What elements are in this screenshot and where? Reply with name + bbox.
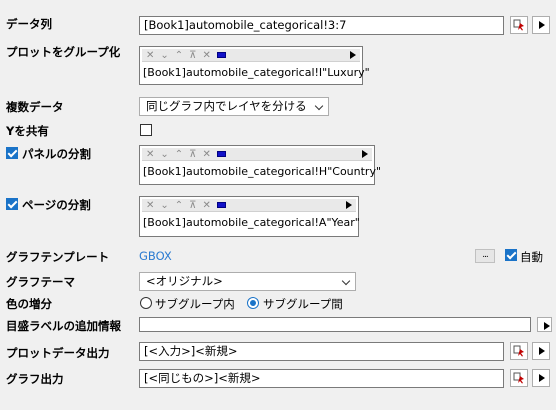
- chevron-down-icon: [314, 101, 324, 111]
- graph-theme-value: <オリジナル>: [146, 274, 223, 288]
- multi-data-value: 同じグラフ内でレイヤを分ける: [146, 99, 307, 113]
- select-range-button[interactable]: [510, 342, 528, 360]
- data-series-label: データ列: [6, 17, 52, 31]
- graph-output-menu-button[interactable]: [532, 369, 550, 387]
- plot-group-value: [Book1]automobile_categorical!I"Luxury": [143, 66, 370, 79]
- select-range-button[interactable]: [510, 369, 528, 387]
- move-up-icon[interactable]: ⌃: [175, 149, 183, 160]
- delete-icon[interactable]: ✕: [203, 149, 211, 160]
- multi-data-select[interactable]: 同じグラフ内でレイヤを分ける: [139, 97, 329, 116]
- panel-split-label: パネルの分割: [22, 147, 91, 161]
- page-split-label: ページの分割: [22, 198, 91, 212]
- auto-label: 自動: [520, 250, 543, 264]
- graph-theme-select[interactable]: <オリジナル>: [139, 272, 356, 291]
- tick-label-info-label: 目盛ラベルの追加情報: [6, 319, 121, 333]
- color-increment-label: 色の増分: [6, 297, 52, 311]
- plot-data-output-menu-button[interactable]: [532, 342, 550, 360]
- move-top-icon[interactable]: ⊼: [189, 200, 196, 211]
- tick-label-info-menu-button[interactable]: [537, 317, 552, 332]
- remove-down-icon[interactable]: ✕: [146, 149, 154, 160]
- range-select-icon: [513, 372, 524, 384]
- delete-icon[interactable]: ✕: [203, 50, 211, 61]
- tick-label-info-field[interactable]: [139, 317, 531, 332]
- graph-theme-label: グラフテーマ: [6, 275, 75, 289]
- data-series-field[interactable]: [Book1]automobile_categorical!3:7: [139, 16, 504, 35]
- move-down-icon[interactable]: ⌄: [160, 200, 168, 211]
- graph-output-label: グラフ出力: [6, 372, 64, 386]
- radio-between-subgroup[interactable]: [247, 297, 259, 309]
- multi-data-label: 複数データ: [6, 100, 64, 114]
- plot-group-box[interactable]: ✕ ⌄ ⌃ ⊼ ✕ [Book1]automobile_categorical!…: [139, 46, 370, 85]
- expand-arrow-icon[interactable]: [350, 51, 356, 59]
- graph-template-label: グラフテンプレート: [6, 250, 110, 264]
- remove-down-icon[interactable]: ✕: [146, 200, 154, 211]
- remove-down-icon[interactable]: ✕: [146, 50, 154, 61]
- panel-split-checkbox[interactable]: [6, 147, 18, 159]
- move-up-icon[interactable]: ⌃: [175, 200, 183, 211]
- data-series-menu-button[interactable]: [532, 16, 550, 34]
- page-split-checkbox[interactable]: [6, 198, 18, 210]
- expand-arrow-icon[interactable]: [362, 150, 368, 158]
- move-top-icon[interactable]: ⊼: [189, 50, 196, 61]
- share-y-checkbox[interactable]: [140, 124, 152, 136]
- graph-output-field[interactable]: [<同じもの>]<新規>: [139, 369, 504, 388]
- radio-within-subgroup[interactable]: [140, 297, 152, 309]
- color-block-icon[interactable]: [216, 202, 226, 208]
- move-up-icon[interactable]: ⌃: [175, 50, 183, 61]
- range-select-icon: [513, 19, 524, 31]
- panel-split-box[interactable]: ✕ ⌄ ⌃ ⊼ ✕ [Book1]automobile_categorical!…: [139, 145, 381, 185]
- between-subgroup-label: サブグループ間: [263, 297, 343, 311]
- move-down-icon[interactable]: ⌄: [160, 50, 168, 61]
- delete-icon[interactable]: ✕: [203, 200, 211, 211]
- chevron-down-icon: [341, 276, 351, 286]
- group-toolbar: ✕ ⌄ ⌃ ⊼ ✕: [142, 199, 356, 212]
- move-top-icon[interactable]: ⊼: [189, 149, 196, 160]
- share-y-label: Yを共有: [6, 124, 49, 138]
- more-button[interactable]: ...: [475, 249, 495, 263]
- expand-arrow-icon[interactable]: [346, 201, 352, 209]
- select-range-button[interactable]: [510, 16, 528, 34]
- plot-data-output-label: プロットデータ出力: [6, 346, 110, 360]
- group-toolbar: ✕ ⌄ ⌃ ⊼ ✕: [142, 148, 372, 161]
- graph-template-link[interactable]: GBOX: [139, 249, 172, 263]
- auto-checkbox[interactable]: [505, 249, 517, 261]
- panel-split-value: [Book1]automobile_categorical!H"Country": [143, 165, 382, 178]
- color-block-icon[interactable]: [216, 52, 226, 58]
- move-down-icon[interactable]: ⌄: [160, 149, 168, 160]
- group-toolbar: ✕ ⌄ ⌃ ⊼ ✕: [142, 49, 360, 62]
- page-split-box[interactable]: ✕ ⌄ ⌃ ⊼ ✕ [Book1]automobile_categorical!…: [139, 196, 360, 237]
- color-block-icon[interactable]: [216, 151, 226, 157]
- within-subgroup-label: サブグループ内: [155, 297, 235, 311]
- page-split-value: [Book1]automobile_categorical!A"Year": [143, 216, 360, 229]
- plot-data-output-field[interactable]: [<入力>]<新規>: [139, 342, 504, 361]
- plot-group-label: プロットをグループ化: [6, 45, 121, 59]
- range-select-icon: [513, 345, 524, 357]
